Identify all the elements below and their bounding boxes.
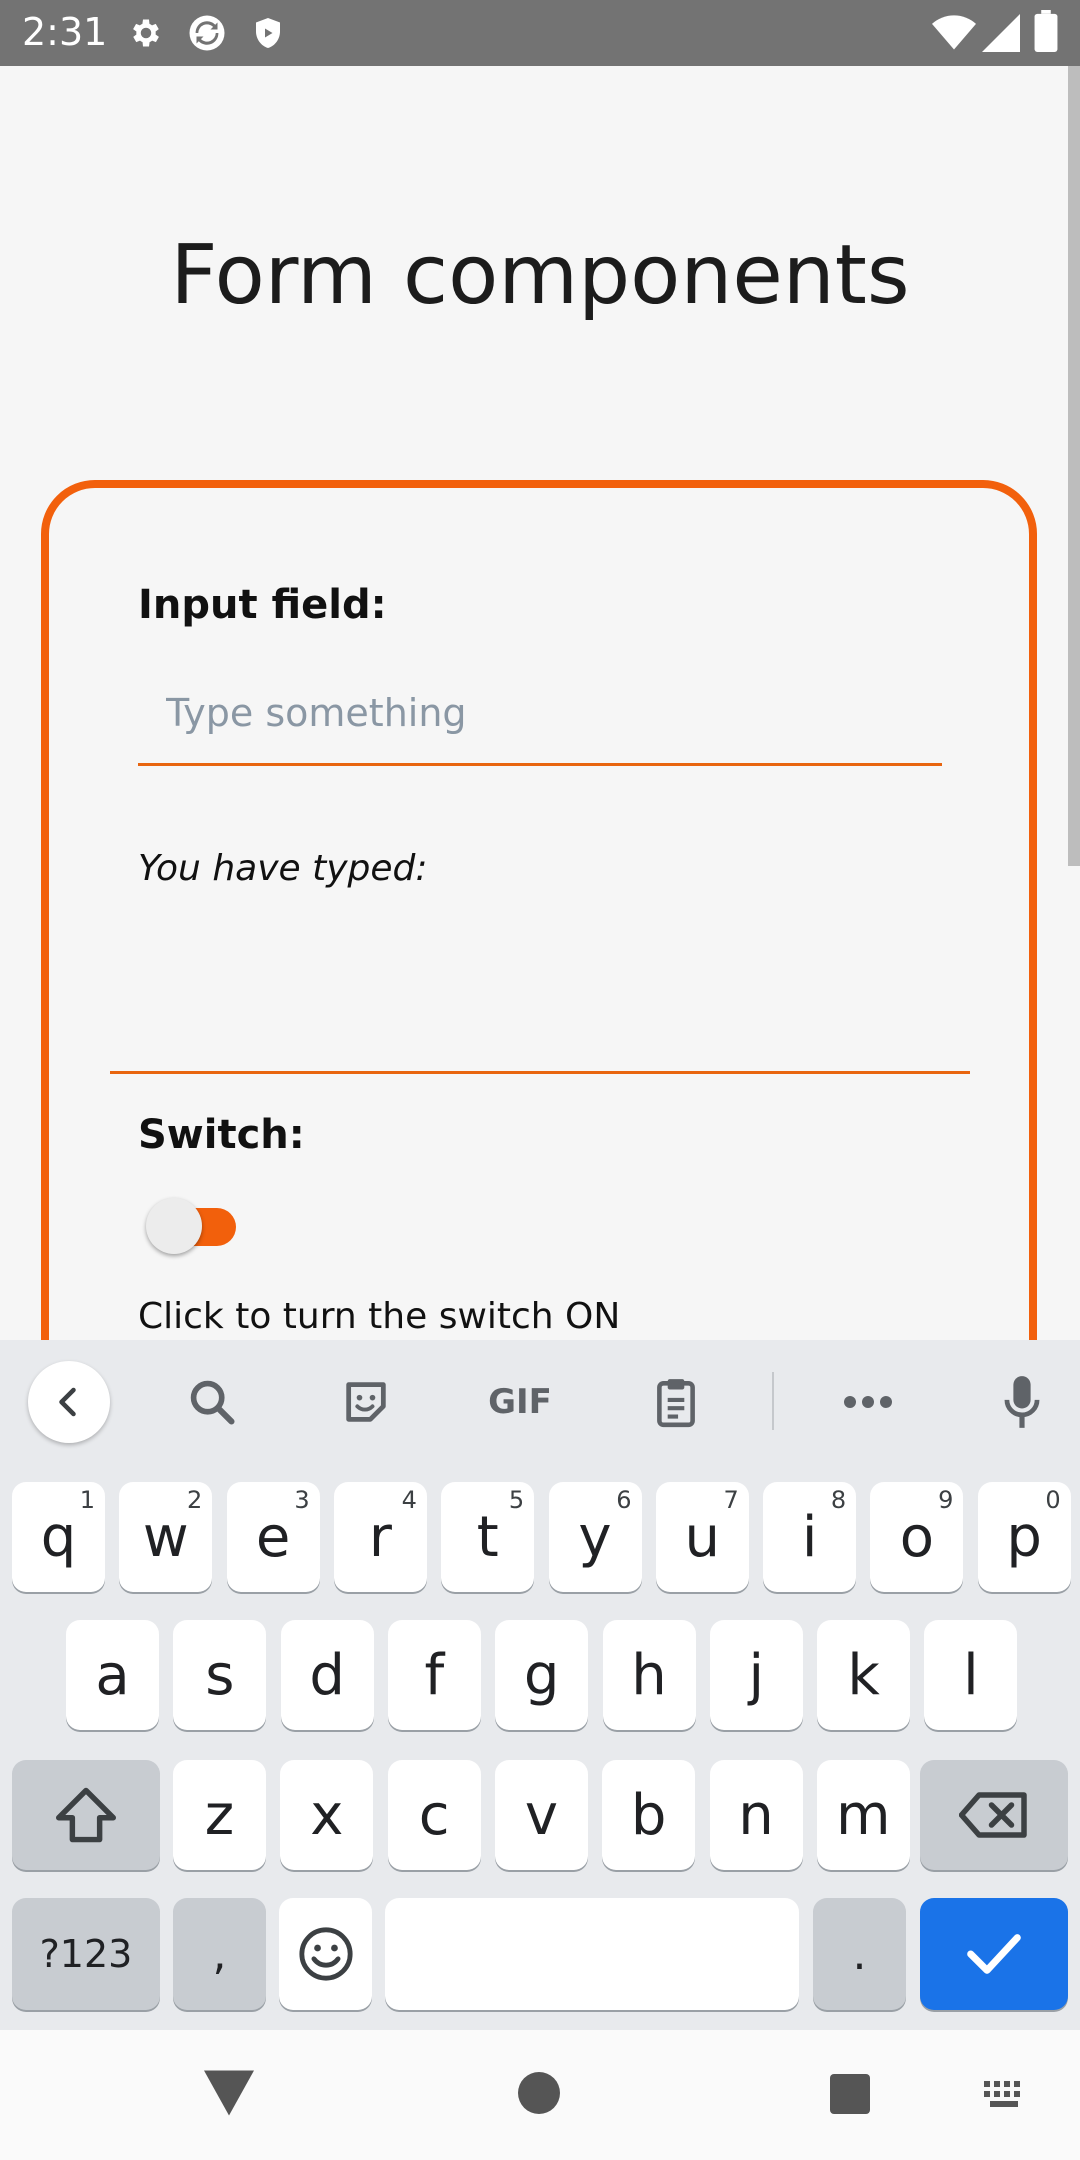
symbols-key[interactable]: ?123 (12, 1898, 160, 2010)
shield-icon (256, 18, 280, 48)
key-label: e (255, 1504, 291, 1570)
key-hint: 8 (830, 1486, 847, 1514)
key-w[interactable]: w2 (119, 1482, 213, 1592)
key-label: r (368, 1504, 392, 1570)
key-j[interactable]: j (709, 1620, 803, 1730)
key-i[interactable]: i8 (763, 1482, 857, 1592)
key-g[interactable]: g (495, 1620, 589, 1730)
key-t[interactable]: t5 (441, 1482, 535, 1592)
battery-icon (1034, 10, 1058, 52)
key-q[interactable]: q1 (12, 1482, 105, 1592)
keyboard-gif-button[interactable]: GIF (478, 1370, 562, 1434)
key-z[interactable]: z (173, 1760, 266, 1870)
shift-key[interactable] (12, 1760, 160, 1870)
enter-key[interactable] (920, 1898, 1068, 2010)
back-triangle-icon[interactable] (204, 2070, 254, 2116)
keyboard-clipboard-button[interactable] (644, 1370, 708, 1434)
keyboard-back-button[interactable] (28, 1361, 110, 1443)
key-s[interactable]: s (173, 1620, 267, 1730)
space-key[interactable] (385, 1898, 799, 2010)
keyboard-switch-icon[interactable] (984, 2080, 1028, 2110)
scroll-indicator[interactable] (1068, 66, 1080, 866)
key-r[interactable]: r4 (333, 1482, 427, 1592)
switch-hint: Click to turn the switch ON (138, 1296, 621, 1337)
key-x[interactable]: x (280, 1760, 374, 1870)
key-hint: 5 (508, 1486, 525, 1514)
key-label: u (684, 1504, 721, 1570)
input-field-label: Input field: (138, 582, 387, 628)
typed-label: You have typed: (138, 848, 428, 889)
sync-icon (189, 15, 225, 51)
key-h[interactable]: h (602, 1620, 696, 1730)
key-b[interactable]: b (602, 1760, 696, 1870)
more-icon (844, 1396, 892, 1408)
key-l[interactable]: l (924, 1620, 1018, 1730)
key-p[interactable]: p0 (977, 1482, 1071, 1592)
search-icon (190, 1380, 235, 1425)
key-label: t (476, 1504, 499, 1570)
text-input[interactable] (138, 662, 942, 766)
comma-key-label: , (212, 1928, 227, 1980)
key-hint: 3 (294, 1486, 310, 1514)
key-y[interactable]: y6 (548, 1482, 642, 1592)
keyboard-search-button[interactable] (180, 1370, 244, 1434)
mic-icon (1004, 1376, 1040, 1428)
key-label: w (142, 1504, 189, 1570)
symbols-key-label: ?123 (39, 1932, 133, 1976)
backspace-icon (959, 1792, 1027, 1838)
emoji-icon (298, 1927, 353, 1981)
signal-icon (982, 14, 1020, 52)
key-hint: 4 (401, 1486, 417, 1514)
key-label: q (40, 1504, 77, 1570)
key-a[interactable]: a (66, 1620, 159, 1730)
key-e[interactable]: e3 (226, 1482, 320, 1592)
sticker-icon (346, 1382, 386, 1422)
key-hint: 2 (187, 1486, 203, 1514)
key-d[interactable]: d (280, 1620, 374, 1730)
key-f[interactable]: f (387, 1620, 481, 1730)
key-label: p (1006, 1504, 1042, 1570)
toolbar-separator (772, 1372, 774, 1430)
key-o[interactable]: o9 (870, 1482, 964, 1592)
key-hint: 7 (723, 1486, 739, 1514)
key-hint: 0 (1045, 1486, 1061, 1514)
toggle-switch[interactable] (146, 1198, 238, 1256)
key-m[interactable]: m (816, 1760, 910, 1870)
status-time: 2:31 (22, 10, 108, 54)
key-label: o (899, 1504, 935, 1570)
gear-icon (133, 19, 159, 47)
shift-icon (56, 1787, 116, 1843)
switch-label: Switch: (138, 1112, 305, 1158)
key-hint: 9 (938, 1486, 954, 1514)
section-divider (110, 1071, 970, 1074)
keyboard-more-button[interactable] (836, 1370, 900, 1434)
recents-square-icon[interactable] (830, 2074, 870, 2114)
navigation-bar (0, 2030, 1080, 2160)
key-label: y (578, 1504, 612, 1570)
period-key-label: . (852, 1928, 867, 1980)
backspace-key[interactable] (920, 1760, 1068, 1870)
wifi-icon (932, 15, 976, 50)
chevron-left-icon (59, 1387, 76, 1417)
switch-thumb (146, 1198, 202, 1254)
emoji-key[interactable] (279, 1898, 372, 2010)
key-hint: 6 (616, 1486, 632, 1514)
key-n[interactable]: n (709, 1760, 803, 1870)
keyboard-sticker-button[interactable] (334, 1370, 398, 1434)
key-k[interactable]: k (817, 1620, 911, 1730)
comma-key[interactable]: , (173, 1898, 266, 2010)
key-label: i (801, 1504, 818, 1570)
keyboard-mic-button[interactable] (990, 1370, 1054, 1434)
checkmark-icon (967, 1934, 1021, 1974)
key-hint: 1 (79, 1486, 95, 1514)
key-c[interactable]: c (387, 1760, 481, 1870)
page-title: Form components (170, 228, 910, 323)
status-bar: 2:31 (0, 0, 1080, 66)
home-circle-icon[interactable] (518, 2072, 560, 2114)
key-u[interactable]: u7 (655, 1482, 749, 1592)
key-v[interactable]: v (494, 1760, 588, 1870)
period-key[interactable]: . (813, 1898, 906, 2010)
clipboard-icon (657, 1379, 695, 1428)
gif-label: GIF (488, 1382, 552, 1422)
